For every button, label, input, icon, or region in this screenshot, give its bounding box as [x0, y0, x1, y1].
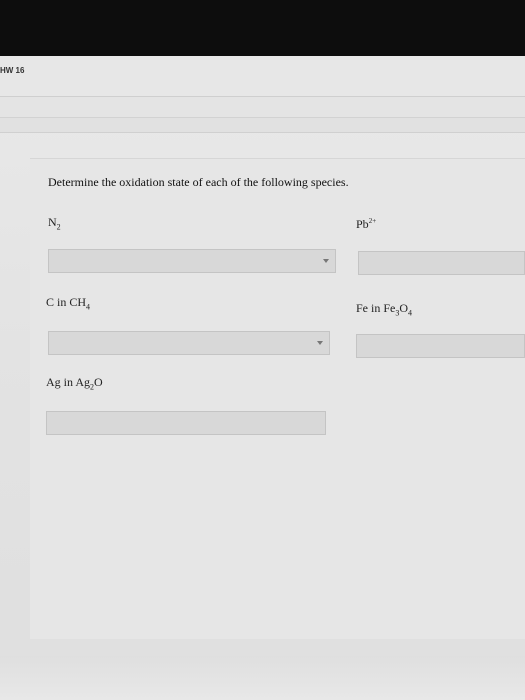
oxidation-select-fe3o4[interactable]: [356, 334, 525, 358]
chevron-down-icon: [317, 341, 323, 345]
assignment-header: HW 16: [0, 56, 525, 97]
species-subscript: 4: [408, 308, 413, 318]
species-label-ch4: C in CH4: [46, 295, 90, 311]
species-superscript: 2+: [368, 217, 377, 225]
species-subscript: 4: [86, 302, 91, 312]
species-label-n2: N2: [48, 215, 61, 231]
species-text: O: [94, 375, 103, 389]
species-text: Ag in Ag: [46, 375, 91, 389]
oxidation-select-ch4[interactable]: [48, 331, 330, 355]
screen-bottom-area: [0, 656, 525, 700]
species-label-ag2o: Ag in Ag2O: [46, 375, 103, 391]
chevron-down-icon: [323, 259, 329, 263]
species-label-pb: Pb2+: [356, 217, 376, 232]
species-text: Pb: [356, 217, 369, 231]
browser-screen: HW 16 Determine the oxidation state of e…: [0, 56, 525, 700]
oxidation-select-ag2o[interactable]: [46, 411, 326, 435]
header-stripe: [0, 97, 525, 118]
oxidation-select-n2[interactable]: [48, 249, 336, 273]
species-subscript: 2: [56, 222, 61, 232]
species-text: O: [399, 301, 409, 315]
species-text: Fe in Fe: [356, 301, 396, 315]
species-label-fe3o4: Fe in Fe3O4: [356, 301, 412, 317]
assignment-label: HW 16: [0, 66, 25, 75]
species-text: C in CH: [46, 295, 87, 309]
species-text: N: [48, 215, 57, 229]
device-top-bezel: [0, 0, 525, 56]
question-prompt: Determine the oxidation state of each of…: [48, 175, 349, 189]
header-stripe: [0, 118, 525, 133]
oxidation-select-pb[interactable]: [358, 251, 525, 275]
question-panel: Determine the oxidation state of each of…: [30, 158, 525, 639]
